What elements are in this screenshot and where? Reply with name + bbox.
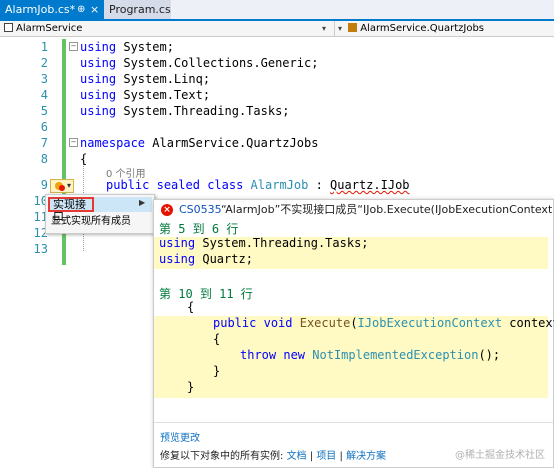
code-line: using System.Threading.Tasks; — [80, 104, 290, 118]
project-dropdown[interactable]: AlarmService ▾ — [0, 21, 335, 36]
tab-program[interactable]: Program.cs — [104, 0, 171, 19]
error-message: “AlarmJob”不实现接口成员“IJob.Execute(IJobExecu… — [221, 203, 553, 216]
preview-line: using Quartz; — [159, 252, 253, 266]
line-number: 11 — [33, 210, 48, 224]
project-dropdown-label: AlarmService — [16, 23, 83, 34]
chevron-down-icon: ▾ — [338, 24, 343, 33]
preview-line: } — [213, 364, 221, 378]
fix-all-document-link[interactable]: 文档 — [287, 451, 307, 462]
code-line: using System.Collections.Generic; — [80, 56, 319, 70]
line-number: 13 — [33, 242, 48, 256]
quick-actions-menu: 实现接口 ▶ 显式实现所有成员 — [45, 194, 155, 234]
preview-line: public void Execute(IJobExecutionContext… — [213, 316, 554, 330]
preview-changes-panel: × CS0535 “AlarmJob”不实现接口成员“IJob.Execute(… — [153, 199, 554, 468]
watermark: @稀土掘金技术社区 — [455, 450, 545, 461]
tab-alarmjob-label: AlarmJob.cs* — [5, 3, 76, 16]
submenu-arrow-icon[interactable]: ▶ — [139, 198, 145, 207]
quick-actions-lightbulb[interactable]: ▾ — [50, 179, 74, 193]
code-line: { — [80, 152, 88, 166]
code-editor[interactable]: 1 2 3 4 5 6 7 8 9 10 11 12 13 − − using … — [0, 37, 554, 468]
error-icon — [59, 185, 65, 191]
chevron-down-icon: ▾ — [67, 181, 72, 190]
divider — [154, 422, 553, 423]
namespace-icon — [348, 23, 358, 32]
line-number: 8 — [40, 152, 48, 166]
section-header: 第 5 到 6 行 — [159, 222, 239, 236]
error-code-link[interactable]: CS0535 — [179, 200, 222, 220]
line-number: 10 — [33, 194, 48, 208]
collapse-icon[interactable]: − — [69, 42, 78, 51]
type-dropdown[interactable]: ▾ AlarmService.QuartzJobs — [334, 21, 554, 36]
line-number: 4 — [40, 88, 48, 102]
section-header: 第 10 到 11 行 — [159, 287, 253, 301]
line-number: 2 — [40, 56, 48, 70]
preview-line: { — [187, 300, 195, 314]
code-line: public sealed class AlarmJob : Quartz.IJ… — [106, 178, 410, 192]
tab-strip: AlarmJob.cs* ⊕ × Program.cs — [0, 0, 554, 21]
line-number: 12 — [33, 226, 48, 240]
tab-program-label: Program.cs — [109, 3, 171, 16]
preview-line: using System.Threading.Tasks; — [159, 236, 369, 250]
chevron-down-icon: ▾ — [322, 24, 327, 33]
preview-changes-link[interactable]: 预览更改 — [160, 429, 200, 444]
menu-item-implement-explicitly[interactable]: 显式实现所有成员 — [51, 215, 131, 229]
close-icon[interactable]: × — [90, 0, 99, 19]
navigation-bar: AlarmService ▾ ▾ AlarmService.QuartzJobs — [0, 21, 554, 37]
fix-all-solution-link[interactable]: 解决方案 — [346, 451, 386, 462]
pin-icon[interactable]: ⊕ — [77, 0, 85, 19]
code-line: using System.Linq; — [80, 72, 211, 86]
line-number: 7 — [40, 136, 48, 150]
code-line: using System.Text; — [80, 88, 211, 102]
fix-all-row: 修复以下对象中的所有实例: 文档 | 项目 | 解决方案 — [160, 451, 387, 462]
fix-all-project-link[interactable]: 项目 — [316, 451, 336, 462]
collapse-icon[interactable]: − — [69, 138, 78, 147]
code-line: using System; — [80, 40, 174, 54]
project-icon — [4, 23, 13, 32]
line-number: 9 — [40, 178, 48, 192]
fix-all-label: 修复以下对象中的所有实例: — [160, 451, 284, 462]
line-number: 3 — [40, 72, 48, 86]
tab-alarmjob[interactable]: AlarmJob.cs* ⊕ × — [0, 0, 104, 19]
preview-line: throw new NotImplementedException(); — [240, 348, 501, 362]
code-line: namespace AlarmService.QuartzJobs — [80, 136, 319, 150]
line-number: 6 — [40, 120, 48, 134]
error-icon: × — [161, 204, 173, 216]
line-number: 1 — [40, 40, 48, 54]
preview-line: } — [187, 380, 195, 394]
change-marker — [62, 39, 66, 135]
line-number: 5 — [40, 104, 48, 118]
preview-line: { — [213, 332, 221, 346]
diagnostic-row: × CS0535 “AlarmJob”不实现接口成员“IJob.Execute(… — [154, 200, 553, 220]
menu-item-implement-interface-label[interactable]: 实现接口 — [48, 197, 94, 223]
type-dropdown-label: AlarmService.QuartzJobs — [360, 23, 485, 34]
